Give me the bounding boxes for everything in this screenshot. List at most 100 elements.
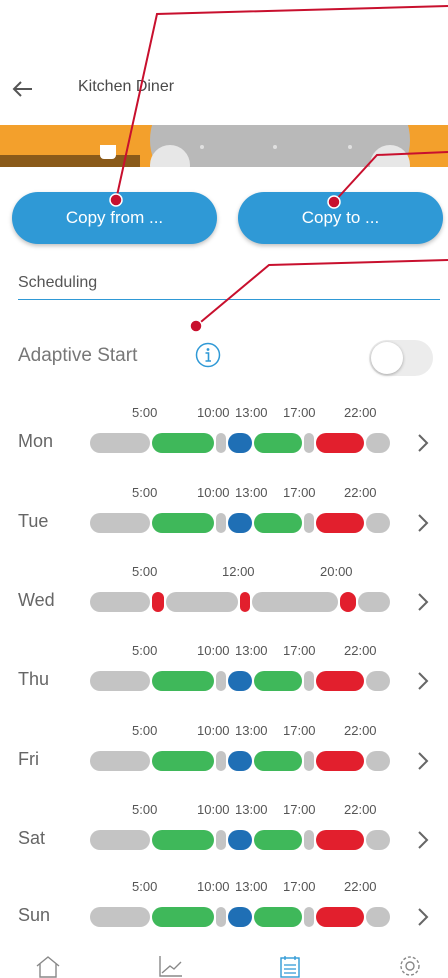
schedule-segment xyxy=(254,830,302,850)
chevron-right-icon[interactable] xyxy=(416,592,430,612)
schedule-bar[interactable] xyxy=(90,907,390,927)
toggle-knob xyxy=(371,342,403,374)
schedule-segment xyxy=(216,751,226,771)
schedule-segment xyxy=(304,433,314,453)
tab-scheduling[interactable]: Scheduling xyxy=(18,274,97,292)
day-row-sun[interactable]: 5:00 10:00 13:00 17:00 22:00 Sun xyxy=(0,879,448,939)
schedule-segment xyxy=(216,513,226,533)
day-row-mon[interactable]: 5:00 10:00 13:00 17:00 22:00 Mon xyxy=(0,405,448,465)
time-label: 17:00 xyxy=(283,643,316,658)
day-label: Thu xyxy=(18,669,50,689)
schedule-segment xyxy=(166,592,238,612)
schedule-segment xyxy=(152,907,214,927)
time-label: 17:00 xyxy=(283,405,316,420)
time-label: 17:00 xyxy=(283,879,316,894)
schedule-segment xyxy=(90,671,150,691)
schedule-segment xyxy=(90,830,150,850)
time-label: 13:00 xyxy=(235,723,268,738)
copy-from-button[interactable]: Copy from ... xyxy=(12,192,217,244)
schedule-segment xyxy=(316,513,364,533)
info-icon[interactable] xyxy=(195,342,221,368)
cup-icon xyxy=(100,145,116,159)
chevron-right-icon[interactable] xyxy=(416,830,430,850)
schedule-bar[interactable] xyxy=(90,751,390,771)
schedule-segment xyxy=(90,751,150,771)
schedule-segment xyxy=(228,513,252,533)
day-label: Tue xyxy=(18,511,49,531)
tab-underline xyxy=(18,299,440,300)
day-label: Mon xyxy=(18,431,54,451)
schedule-segment xyxy=(216,830,226,850)
chevron-right-icon[interactable] xyxy=(416,433,430,453)
day-row-tue[interactable]: 5:00 10:00 13:00 17:00 22:00 Tue xyxy=(0,485,448,545)
day-row-wed[interactable]: 5:00 12:00 20:00 Wed xyxy=(0,564,448,624)
schedule-segment xyxy=(254,671,302,691)
page-title: Kitchen Diner xyxy=(78,78,175,95)
schedule-segment xyxy=(304,830,314,850)
chevron-right-icon[interactable] xyxy=(416,907,430,927)
schedule-bar[interactable] xyxy=(90,671,390,691)
schedule-segment xyxy=(254,751,302,771)
time-label: 10:00 xyxy=(197,405,230,420)
settings-icon[interactable] xyxy=(396,954,424,978)
back-arrow-icon[interactable] xyxy=(10,76,36,102)
schedule-segment xyxy=(216,671,226,691)
time-label: 22:00 xyxy=(344,802,377,817)
time-label: 5:00 xyxy=(132,405,158,420)
day-row-fri[interactable]: 5:00 10:00 13:00 17:00 22:00 Fri xyxy=(0,723,448,783)
chevron-right-icon[interactable] xyxy=(416,513,430,533)
time-label: 5:00 xyxy=(132,879,158,894)
schedule-segment xyxy=(228,433,252,453)
time-label: 22:00 xyxy=(344,405,377,420)
time-label: 12:00 xyxy=(222,564,255,579)
annotation-line-copy-from xyxy=(115,5,448,201)
time-label: 13:00 xyxy=(235,643,268,658)
day-row-sat[interactable]: 5:00 10:00 13:00 17:00 22:00 Sat xyxy=(0,802,448,862)
time-labels: 5:00 10:00 13:00 17:00 22:00 xyxy=(0,405,448,423)
annotation-marker-info xyxy=(189,319,203,333)
schedule-bar[interactable] xyxy=(90,592,390,612)
schedule-segment xyxy=(366,751,390,771)
adaptive-start-toggle[interactable] xyxy=(369,340,433,376)
schedule-segment xyxy=(254,513,302,533)
time-labels: 5:00 10:00 13:00 17:00 22:00 xyxy=(0,879,448,897)
copy-to-button[interactable]: Copy to ... xyxy=(238,192,443,244)
schedule-segment xyxy=(152,671,214,691)
schedule-bar[interactable] xyxy=(90,433,390,453)
schedule-icon[interactable] xyxy=(276,954,304,978)
time-label: 10:00 xyxy=(197,802,230,817)
schedule-segment xyxy=(366,513,390,533)
time-labels: 5:00 10:00 13:00 17:00 22:00 xyxy=(0,802,448,820)
schedule-segment xyxy=(90,513,150,533)
time-label: 5:00 xyxy=(132,564,158,579)
home-icon[interactable] xyxy=(34,954,62,978)
schedule-segment xyxy=(254,433,302,453)
schedule-segment xyxy=(216,907,226,927)
schedule-segment xyxy=(228,671,252,691)
schedule-segment xyxy=(228,907,252,927)
schedule-segment xyxy=(90,433,150,453)
schedule-bar[interactable] xyxy=(90,830,390,850)
room-banner-image xyxy=(0,125,448,167)
chevron-right-icon[interactable] xyxy=(416,671,430,691)
time-labels: 5:00 10:00 13:00 17:00 22:00 xyxy=(0,643,448,661)
day-row-thu[interactable]: 5:00 10:00 13:00 17:00 22:00 Thu xyxy=(0,643,448,703)
chevron-right-icon[interactable] xyxy=(416,751,430,771)
schedule-segment xyxy=(152,433,214,453)
schedule-segment xyxy=(90,592,150,612)
time-label: 5:00 xyxy=(132,723,158,738)
schedule-bar[interactable] xyxy=(90,513,390,533)
bottom-nav xyxy=(0,948,448,978)
schedule-segment xyxy=(366,433,390,453)
time-labels: 5:00 10:00 13:00 17:00 22:00 xyxy=(0,723,448,741)
time-label: 5:00 xyxy=(132,643,158,658)
time-label: 22:00 xyxy=(344,485,377,500)
schedule-segment xyxy=(316,671,364,691)
day-label: Wed xyxy=(18,590,55,610)
schedule-segment xyxy=(216,433,226,453)
schedule-segment xyxy=(304,907,314,927)
schedule-segment xyxy=(228,830,252,850)
schedule-segment xyxy=(358,592,390,612)
annotation-line-info xyxy=(195,259,448,327)
chart-icon[interactable] xyxy=(156,954,184,978)
